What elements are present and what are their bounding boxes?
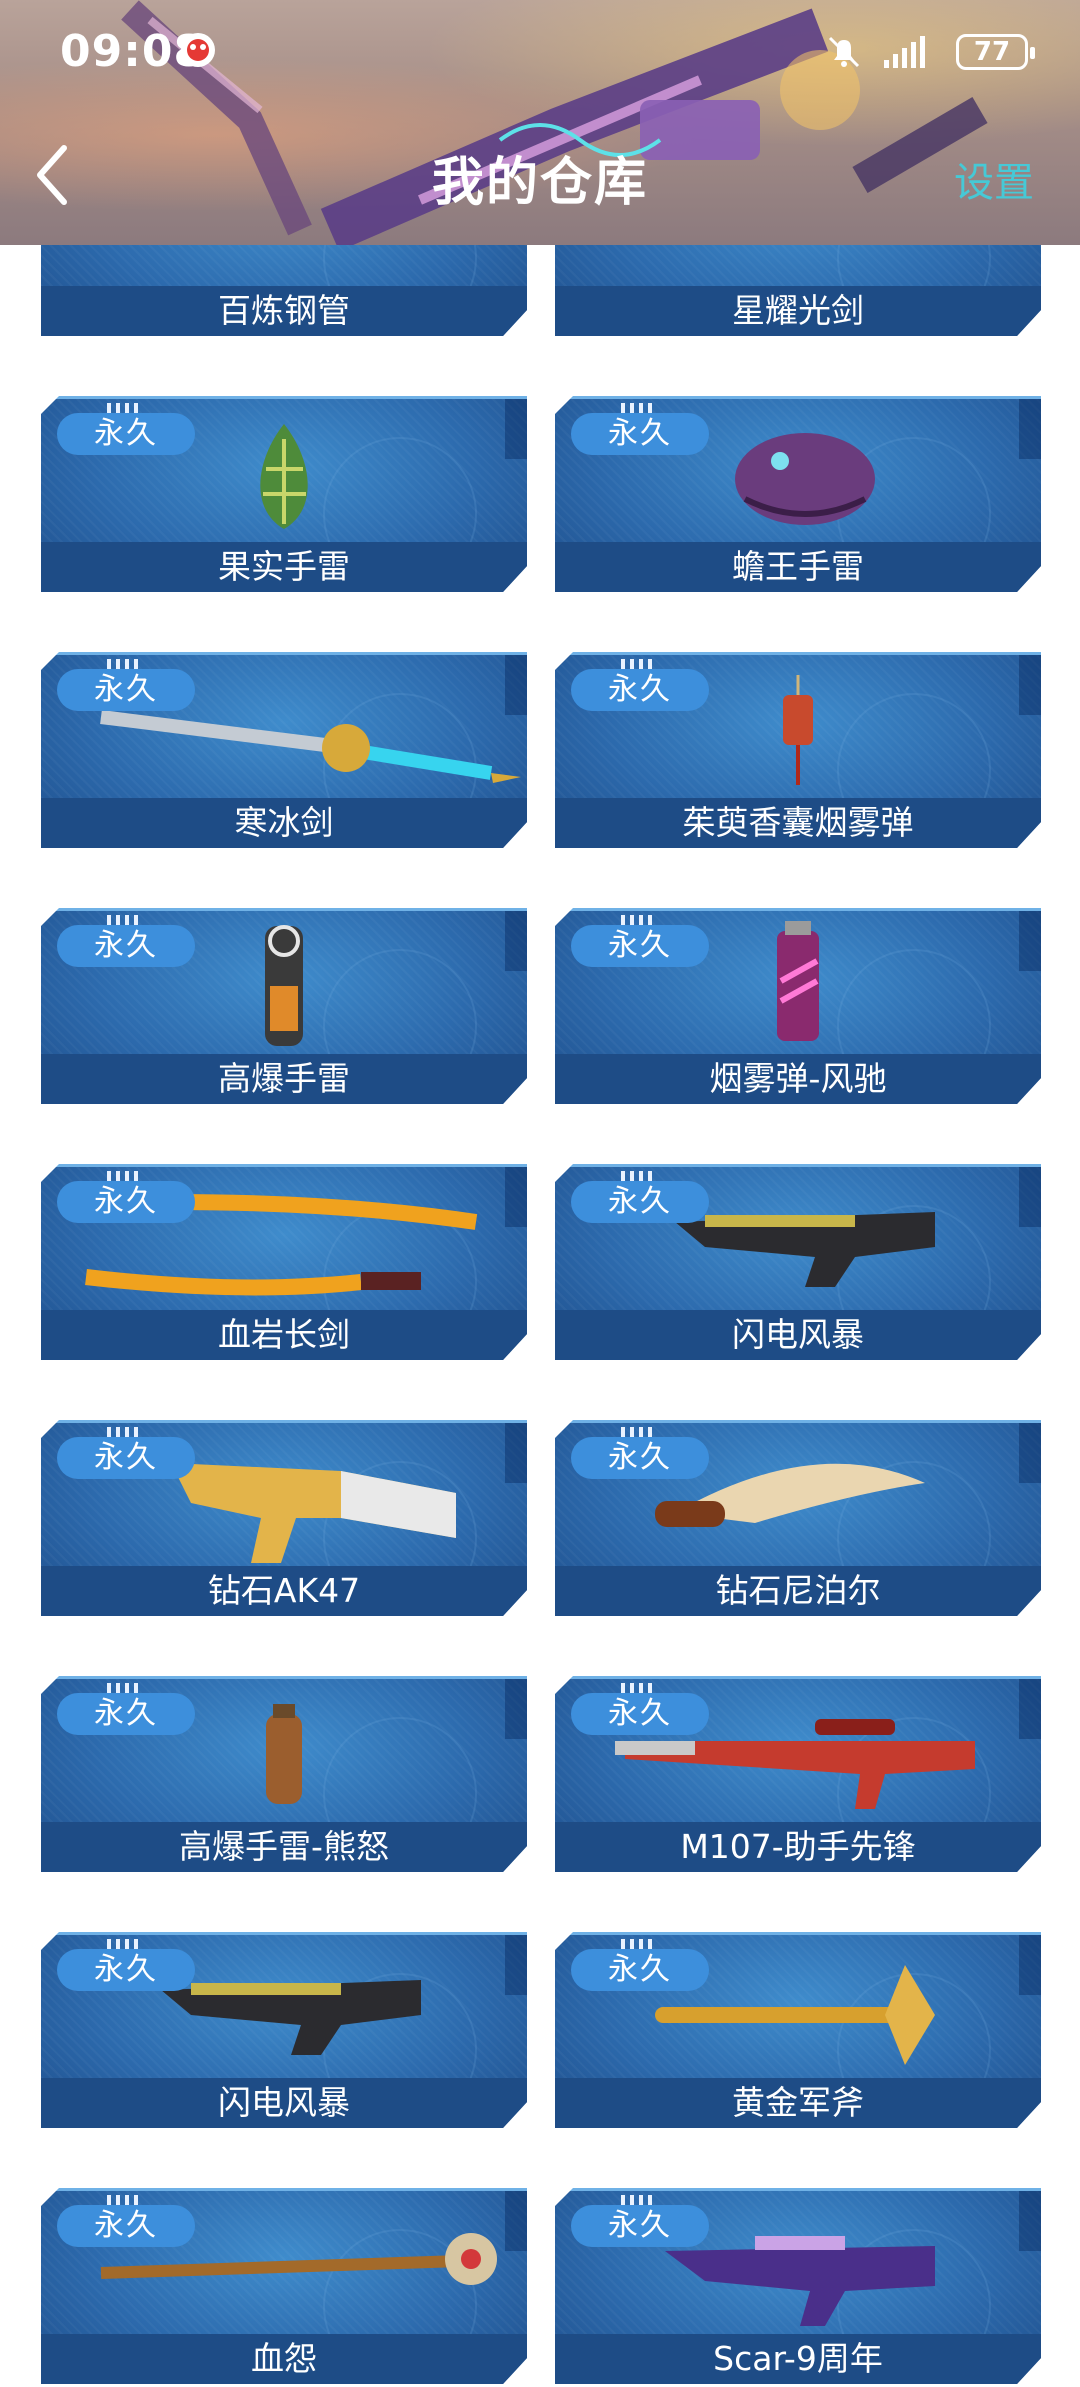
permanent-badge: 永久 — [57, 669, 195, 711]
item-name: 血岩长剑 — [41, 1310, 527, 1360]
item-card[interactable]: 永久高爆手雷-熊怒 — [41, 1676, 527, 1872]
item-name: 高爆手雷 — [41, 1054, 527, 1104]
permanent-badge: 永久 — [57, 1949, 195, 1991]
item-name: 黄金军斧 — [555, 2078, 1041, 2128]
item-card[interactable]: 永久 Scar-9周年 — [555, 2188, 1041, 2384]
item-card[interactable]: 永久茱萸香囊烟雾弹 — [555, 652, 1041, 848]
item-card[interactable]: 永久寒冰剑 — [41, 652, 527, 848]
item-name: 钻石尼泊尔 — [555, 1566, 1041, 1616]
item-name: 高爆手雷-熊怒 — [41, 1822, 527, 1872]
mute-icon — [828, 36, 860, 68]
battery-level: 77 — [973, 37, 1011, 67]
signal-icon — [884, 36, 925, 68]
item-name: M107-助手先锋 — [555, 1822, 1041, 1872]
item-card[interactable]: 永久闪电风暴 — [555, 1164, 1041, 1360]
permanent-badge: 永久 — [57, 925, 195, 967]
item-name: 血怨 — [41, 2334, 527, 2384]
item-card[interactable]: 永久闪电风暴 — [41, 1932, 527, 2128]
item-card[interactable]: 永久血怨 — [41, 2188, 527, 2384]
item-grid: 百炼钢管 星耀光剑 永久 果实手雷 永久 蟾王手雷 永久 寒冰剑 永久 茱萸香囊烟雾弹 永久 高爆手雷… — [0, 0, 1080, 2387]
app-notification-icon — [181, 33, 215, 67]
permanent-badge: 永久 — [571, 669, 709, 711]
item-card[interactable]: 永久烟雾弹-风驰 — [555, 908, 1041, 1104]
permanent-badge: 永久 — [57, 1437, 195, 1479]
permanent-badge: 永久 — [57, 2205, 195, 2247]
item-name: 寒冰剑 — [41, 798, 527, 848]
permanent-badge: 永久 — [571, 1437, 709, 1479]
item-name: 果实手雷 — [41, 542, 527, 592]
battery-icon: 77 — [956, 34, 1035, 70]
permanent-badge: 永久 — [571, 1949, 709, 1991]
item-name: 闪电风暴 — [41, 2078, 527, 2128]
permanent-badge: 永久 — [571, 1693, 709, 1735]
header: 09:08 77 我的仓库 设置 — [0, 0, 1080, 245]
item-card[interactable]: 永久黄金军斧 — [555, 1932, 1041, 2128]
item-card[interactable]: 永久血岩长剑 — [41, 1164, 527, 1360]
item-card[interactable]: 永久高爆手雷 — [41, 908, 527, 1104]
permanent-badge: 永久 — [571, 925, 709, 967]
permanent-badge: 永久 — [571, 1181, 709, 1223]
item-card[interactable]: 永久果实手雷 — [41, 396, 527, 592]
settings-button[interactable]: 设置 — [954, 150, 1034, 208]
item-name: 钻石AK47 — [41, 1566, 527, 1616]
permanent-badge: 永久 — [571, 413, 709, 455]
item-name: 茱萸香囊烟雾弹 — [555, 798, 1041, 848]
permanent-badge: 永久 — [57, 1181, 195, 1223]
item-name: Scar-9周年 — [555, 2334, 1041, 2384]
item-card[interactable]: 永久钻石尼泊尔 — [555, 1420, 1041, 1616]
item-card[interactable]: 永久 M107-助手先锋 — [555, 1676, 1041, 1872]
item-name: 闪电风暴 — [555, 1310, 1041, 1360]
item-card[interactable]: 永久钻石AK47 — [41, 1420, 527, 1616]
permanent-badge: 永久 — [57, 413, 195, 455]
page-title: 我的仓库 — [431, 153, 648, 213]
item-name: 星耀光剑 — [555, 286, 1041, 336]
item-name: 烟雾弹-风驰 — [555, 1054, 1041, 1104]
item-card[interactable]: 永久蟾王手雷 — [555, 396, 1041, 592]
permanent-badge: 永久 — [571, 2205, 709, 2247]
permanent-badge: 永久 — [57, 1693, 195, 1735]
item-name: 百炼钢管 — [41, 286, 527, 336]
status-bar: 09:08 77 — [0, 0, 1080, 110]
item-name: 蟾王手雷 — [555, 542, 1041, 592]
